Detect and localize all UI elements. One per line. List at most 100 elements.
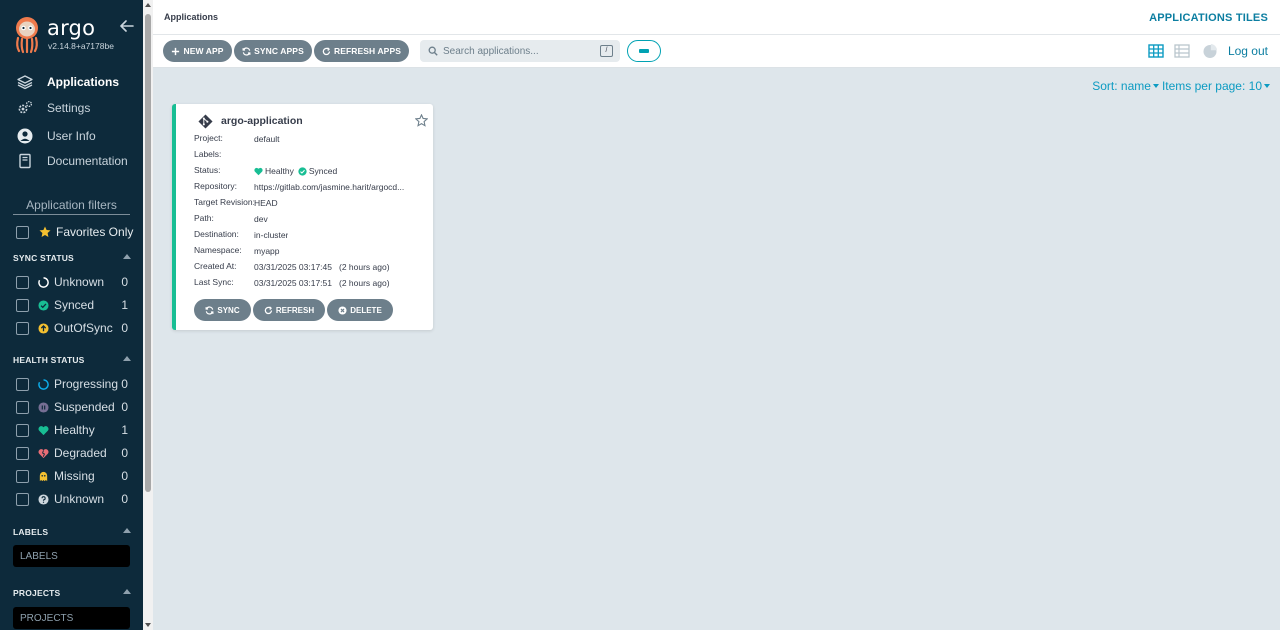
check-circle-icon xyxy=(38,299,49,311)
refresh-icon xyxy=(322,46,331,55)
detail-key: Labels: xyxy=(194,149,222,159)
filter-checkbox[interactable] xyxy=(16,492,29,506)
sync-apps-button[interactable]: SYNC APPS xyxy=(234,40,312,62)
filter-checkbox[interactable] xyxy=(16,400,29,414)
detail-value: 03/31/2025 03:17:45 (2 hours ago) xyxy=(254,261,390,273)
caret-down-icon xyxy=(1152,84,1159,88)
refresh-button[interactable]: REFRESH xyxy=(253,299,325,321)
scroll-thumb[interactable] xyxy=(145,14,151,492)
filter-health-suspended[interactable]: Suspended 0 xyxy=(16,400,128,414)
application-name[interactable]: argo-application xyxy=(221,115,303,127)
nav-item-settings[interactable]: Settings xyxy=(0,96,143,120)
scroll-up-arrow-icon[interactable] xyxy=(145,3,151,7)
detail-key: Last Sync: xyxy=(194,277,234,287)
favorite-star-icon[interactable] xyxy=(415,114,428,127)
nav-item-applications[interactable]: Applications xyxy=(0,70,143,94)
nav-label: Settings xyxy=(47,101,91,115)
nav-label: Applications xyxy=(47,75,120,89)
ghost-icon xyxy=(39,471,48,481)
delete-label: DELETE xyxy=(350,305,382,315)
caret-down-icon xyxy=(1264,84,1270,88)
filter-label: Synced xyxy=(54,298,95,312)
sync-status-heading: SYNC STATUS xyxy=(13,253,131,265)
filter-count: 0 xyxy=(121,377,128,391)
user-circle-icon xyxy=(17,128,33,144)
detail-key: Namespace: xyxy=(194,245,242,255)
new-app-button[interactable]: NEW APP xyxy=(163,40,232,62)
filter-label: Healthy xyxy=(54,423,95,437)
created-timestamp: 03/31/2025 03:17:45 xyxy=(254,262,332,272)
repository-link[interactable]: https://gitlab.com/jasmine.harit/argocd.… xyxy=(254,181,404,193)
top-bar: Applications APPLICATIONS TILES xyxy=(153,0,1280,35)
detail-key: Target Revision: xyxy=(194,197,254,207)
times-circle-icon xyxy=(338,305,347,315)
detail-key: Created At: xyxy=(194,261,237,271)
health-status-heading-text: HEALTH STATUS xyxy=(13,355,85,365)
application-tile[interactable]: argo-application Project: default Labels… xyxy=(172,104,433,330)
collapse-projects-icon[interactable] xyxy=(123,589,131,594)
view-title: APPLICATIONS TILES xyxy=(1149,12,1268,24)
detail-value: default xyxy=(254,134,280,144)
filter-count: 1 xyxy=(121,423,128,437)
filter-count: 0 xyxy=(121,492,128,506)
filter-checkbox[interactable] xyxy=(16,469,29,483)
filters-toggle-button[interactable] xyxy=(627,40,661,62)
breadcrumb[interactable]: Applications xyxy=(164,12,218,22)
filter-count: 0 xyxy=(121,400,128,414)
collapse-labels-icon[interactable] xyxy=(123,528,131,533)
filter-checkbox[interactable] xyxy=(16,321,29,335)
logout-link[interactable]: Log out xyxy=(1228,44,1268,58)
detail-row-target-revision: Target Revision: HEAD xyxy=(194,197,278,209)
filter-health-unknown[interactable]: Unknown 0 xyxy=(16,492,128,506)
nav-item-documentation[interactable]: Documentation xyxy=(0,149,143,173)
filter-checkbox[interactable] xyxy=(16,446,29,460)
detail-row-path: Path: dev xyxy=(194,213,268,225)
toolbar: NEW APP SYNC APPS REFRESH APPS Search ap… xyxy=(153,35,1280,68)
filter-checkbox[interactable] xyxy=(16,275,29,289)
search-input[interactable]: Search applications... / xyxy=(420,40,620,62)
collapse-sync-status-icon[interactable] xyxy=(123,254,131,259)
favorites-filter[interactable]: Favorites Only xyxy=(16,225,133,239)
filter-sync-outofsync[interactable]: OutOfSync 0 xyxy=(16,321,128,335)
detail-row-repository: Repository: https://gitlab.com/jasmine.h… xyxy=(194,181,404,193)
filter-health-progressing[interactable]: Progressing 0 xyxy=(16,377,128,391)
pause-circle-icon xyxy=(38,401,49,413)
items-per-page-dropdown[interactable]: Items per page: 10 xyxy=(1162,79,1270,93)
list-view-icon[interactable] xyxy=(1174,43,1190,59)
sync-icon xyxy=(205,305,214,315)
filter-sync-unknown[interactable]: Unknown 0 xyxy=(16,275,128,289)
collapse-health-status-icon[interactable] xyxy=(123,356,131,361)
delete-button[interactable]: DELETE xyxy=(327,299,393,321)
filter-sync-synced[interactable]: Synced 1 xyxy=(16,298,128,312)
filter-label: Degraded xyxy=(54,446,107,460)
nav-item-user-info[interactable]: User Info xyxy=(0,124,143,148)
filter-checkbox[interactable] xyxy=(16,298,29,312)
detail-row-labels: Labels: xyxy=(194,149,254,161)
filter-health-healthy[interactable]: Healthy 1 xyxy=(16,423,128,437)
labels-filter-input[interactable]: LABELS xyxy=(13,545,130,567)
favorites-checkbox[interactable] xyxy=(16,225,29,239)
sync-button[interactable]: SYNC xyxy=(194,299,251,321)
filter-checkbox[interactable] xyxy=(16,377,29,391)
summary-view-pie-icon[interactable] xyxy=(1202,43,1218,59)
filter-health-missing[interactable]: Missing 0 xyxy=(16,469,128,483)
filter-health-degraded[interactable]: Degraded 0 xyxy=(16,446,128,460)
labels-heading-text: LABELS xyxy=(13,527,49,537)
argo-logo-icon xyxy=(16,17,38,54)
labels-heading: LABELS xyxy=(13,527,131,539)
filter-count: 0 xyxy=(121,275,128,289)
collapse-sidebar-icon[interactable] xyxy=(119,18,135,34)
scroll-down-arrow-icon[interactable] xyxy=(145,623,151,627)
search-placeholder: Search applications... xyxy=(443,45,539,57)
detail-key: Destination: xyxy=(194,229,239,239)
projects-filter-input[interactable]: PROJECTS xyxy=(13,607,130,629)
refresh-apps-button[interactable]: REFRESH APPS xyxy=(314,40,409,62)
filter-label: Missing xyxy=(54,469,95,483)
filter-checkbox[interactable] xyxy=(16,423,29,437)
tiles-view-icon[interactable] xyxy=(1148,43,1164,59)
heart-icon xyxy=(254,167,263,175)
sort-dropdown[interactable]: Sort: name xyxy=(1092,79,1159,93)
brand-name: argo xyxy=(47,16,96,40)
sidebar-scrollbar[interactable] xyxy=(143,0,153,630)
gears-icon xyxy=(18,100,33,114)
